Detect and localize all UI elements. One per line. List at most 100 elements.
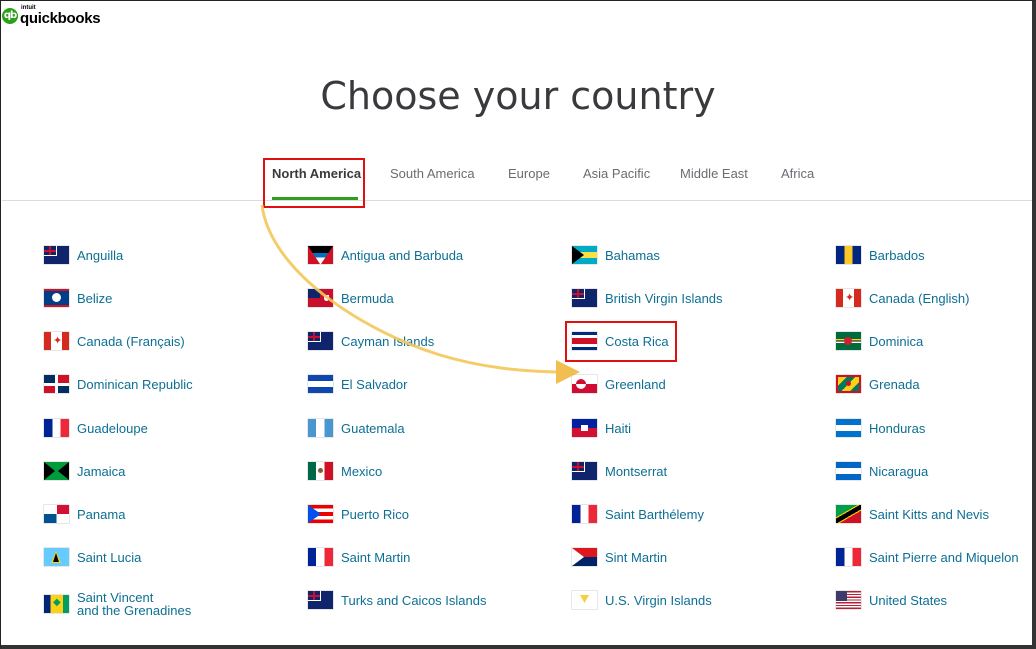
country-label: Guatemala <box>341 420 405 436</box>
france-flag-icon <box>836 548 861 566</box>
country-link-canada-fran-ais[interactable]: Canada (Français) <box>44 332 185 350</box>
country-link-cayman-islands[interactable]: Cayman Islands <box>308 332 434 350</box>
country-link-u-s-virgin-islands[interactable]: U.S. Virgin Islands <box>572 591 712 609</box>
country-label: Cayman Islands <box>341 333 435 349</box>
country-label: U.S. Virgin Islands <box>605 592 712 608</box>
country-label: Grenada <box>869 376 920 392</box>
country-link-saint-barth-lemy[interactable]: Saint Barthélemy <box>572 505 704 523</box>
bermuda-flag-icon <box>308 289 333 307</box>
country-link-guatemala[interactable]: Guatemala <box>308 419 405 437</box>
country-label: Canada (Français) <box>77 333 185 349</box>
country-link-jamaica[interactable]: Jamaica <box>44 462 125 480</box>
country-label: Jamaica <box>77 463 126 479</box>
country-label: Dominican Republic <box>77 376 193 392</box>
uk-ensign-flag-icon <box>572 289 597 307</box>
country-label: Saint Pierre and Miquelon <box>869 549 1019 565</box>
saint-lucia-flag-icon <box>44 548 69 566</box>
usa-flag-icon <box>836 591 861 609</box>
usvi-flag-icon <box>572 591 597 609</box>
canada-flag-icon <box>44 332 69 350</box>
uk-ensign-flag-icon <box>572 462 597 480</box>
bahamas-flag-icon <box>572 246 597 264</box>
country-label: Saint Vincent and the Grenadines <box>77 590 192 618</box>
country-link-saint-lucia[interactable]: Saint Lucia <box>44 548 141 566</box>
country-link-nicaragua[interactable]: Nicaragua <box>836 462 928 480</box>
country-link-antigua-and-barbuda[interactable]: Antigua and Barbuda <box>308 246 463 264</box>
honduras-flag-icon <box>836 419 861 437</box>
country-link-honduras[interactable]: Honduras <box>836 419 925 437</box>
country-link-canada-english[interactable]: Canada (English) <box>836 289 969 307</box>
country-link-british-virgin-islands[interactable]: British Virgin Islands <box>572 289 723 307</box>
barbados-flag-icon <box>836 246 861 264</box>
belize-flag-icon <box>44 289 69 307</box>
country-label: Belize <box>77 290 113 306</box>
country-label: Nicaragua <box>869 463 929 479</box>
country-label: Saint Barthélemy <box>605 506 704 522</box>
country-label: Greenland <box>605 376 666 392</box>
country-label: Guadeloupe <box>77 420 148 436</box>
country-link-mexico[interactable]: Mexico <box>308 462 382 480</box>
country-link-montserrat[interactable]: Montserrat <box>572 462 667 480</box>
grenada-flag-icon <box>836 375 861 393</box>
country-label: Saint Martin <box>341 549 411 565</box>
country-label: Montserrat <box>605 463 668 479</box>
country-link-united-states[interactable]: United States <box>836 591 947 609</box>
country-label: United States <box>869 592 948 608</box>
country-label: Anguilla <box>77 247 124 263</box>
country-label: British Virgin Islands <box>605 290 723 306</box>
country-link-haiti[interactable]: Haiti <box>572 419 631 437</box>
country-label: Antigua and Barbuda <box>341 247 464 263</box>
uk-ensign-flag-icon <box>44 246 69 264</box>
nicaragua-flag-icon <box>836 462 861 480</box>
dominican-republic-flag-icon <box>44 375 69 393</box>
canada-flag-icon <box>836 289 861 307</box>
country-label: Dominica <box>869 333 924 349</box>
country-link-belize[interactable]: Belize <box>44 289 112 307</box>
saint-kitts-flag-icon <box>836 505 861 523</box>
dominica-flag-icon <box>836 332 861 350</box>
country-link-saint-pierre-and-miquelon[interactable]: Saint Pierre and Miquelon <box>836 548 1019 566</box>
country-link-anguilla[interactable]: Anguilla <box>44 246 123 264</box>
country-link-dominican-republic[interactable]: Dominican Republic <box>44 375 193 393</box>
france-flag-icon <box>308 548 333 566</box>
country-label: Turks and Caicos Islands <box>341 592 487 608</box>
country-link-dominica[interactable]: Dominica <box>836 332 923 350</box>
country-link-bermuda[interactable]: Bermuda <box>308 289 394 307</box>
country-label: El Salvador <box>341 376 408 392</box>
country-link-sint-martin[interactable]: Sint Martin <box>572 548 667 566</box>
haiti-flag-icon <box>572 419 597 437</box>
country-label: Barbados <box>869 247 925 263</box>
country-label: Saint Lucia <box>77 549 142 565</box>
france-flag-icon <box>572 505 597 523</box>
uk-ensign-flag-icon <box>308 332 333 350</box>
jamaica-flag-icon <box>44 462 69 480</box>
country-link-grenada[interactable]: Grenada <box>836 375 920 393</box>
country-grid: Anguilla Antigua and Barbuda Bahamas Barbad… <box>0 0 1036 649</box>
country-link-panama[interactable]: Panama <box>44 505 125 523</box>
el-salvador-flag-icon <box>308 375 333 393</box>
country-label: Puerto Rico <box>341 506 409 522</box>
france-flag-icon <box>44 419 69 437</box>
country-label: Sint Martin <box>605 549 668 565</box>
country-link-saint-vincent-and-the-grenadines[interactable]: Saint Vincent and the Grenadines <box>44 591 191 617</box>
uk-ensign-flag-icon <box>308 591 333 609</box>
antigua-flag-icon <box>308 246 333 264</box>
country-link-barbados[interactable]: Barbados <box>836 246 925 264</box>
puerto-rico-flag-icon <box>308 505 333 523</box>
saint-vincent-flag-icon <box>44 595 69 613</box>
country-link-saint-martin[interactable]: Saint Martin <box>308 548 410 566</box>
country-highlight-box <box>565 321 677 362</box>
country-link-bahamas[interactable]: Bahamas <box>572 246 660 264</box>
country-link-saint-kitts-and-nevis[interactable]: Saint Kitts and Nevis <box>836 505 989 523</box>
country-label: Haiti <box>605 420 632 436</box>
country-link-turks-and-caicos-islands[interactable]: Turks and Caicos Islands <box>308 591 486 609</box>
country-link-el-salvador[interactable]: El Salvador <box>308 375 407 393</box>
country-link-puerto-rico[interactable]: Puerto Rico <box>308 505 409 523</box>
country-link-greenland[interactable]: Greenland <box>572 375 666 393</box>
sint-maarten-flag-icon <box>572 548 597 566</box>
country-label: Bermuda <box>341 290 394 306</box>
country-label: Mexico <box>341 463 383 479</box>
country-label: Saint Kitts and Nevis <box>869 506 989 522</box>
country-link-guadeloupe[interactable]: Guadeloupe <box>44 419 148 437</box>
country-label: Bahamas <box>605 247 660 263</box>
